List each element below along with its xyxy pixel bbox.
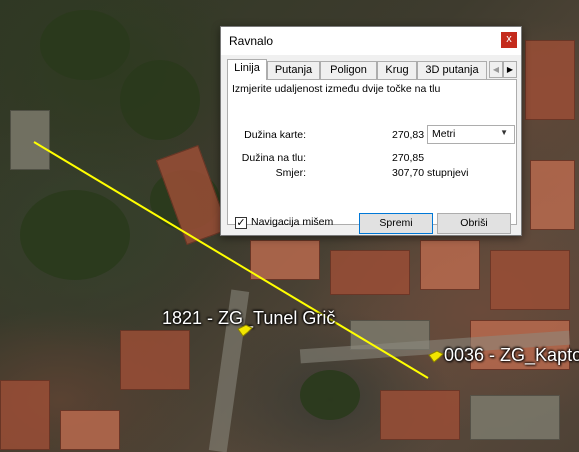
save-button[interactable]: Spremi [359,213,433,234]
close-icon: x [506,33,512,45]
mouse-navigation-checkbox[interactable]: ✓ [235,217,247,229]
heading-value: 307,70 stupnjevi [392,167,469,179]
map-length-value: 270,83 [392,129,425,141]
unit-dropdown[interactable]: Metri ▼ [427,125,515,144]
ruler-dialog: Ravnalo x Linija Putanja Poligon Krug 3D… [220,26,522,236]
instruction-text: Izmjerite udaljenost između dvije točke … [232,83,441,95]
tab-scroll-right-button[interactable]: ▶ [503,61,517,78]
chevron-down-icon: ▼ [500,128,508,137]
ground-length-label: Dužina na tlu: [241,152,306,164]
ground-length-value: 270,85 [392,152,425,164]
placemark-label: 0036 - ZG_Kaptol [444,345,579,365]
close-button[interactable]: x [501,32,517,48]
chevron-right-icon: ▶ [506,65,514,74]
tab-putanja[interactable]: Putanja [267,61,320,79]
tab-krug[interactable]: Krug [377,61,417,79]
checkmark-icon: ✓ [236,217,246,229]
pushpin-icon [428,349,444,363]
tab-bar: Linija Putanja Poligon Krug 3D putanja ◀… [227,59,517,80]
clear-button[interactable]: Obriši [437,213,511,234]
map-length-label: Dužina karte: [244,129,306,141]
tab-poligon[interactable]: Poligon [320,61,377,79]
pushpin-icon[interactable] [237,323,253,337]
mouse-navigation-label: Navigacija mišem [251,216,334,228]
tab-3d-putanja[interactable]: 3D putanja [417,61,487,79]
heading-label: Smjer: [275,167,306,179]
dialog-titlebar[interactable]: Ravnalo x [221,27,521,55]
tab-scroll-left-button[interactable]: ◀ [489,61,503,78]
unit-dropdown-value: Metri [432,128,456,140]
tab-panel-linija: Izmjerite udaljenost između dvije točke … [227,79,517,225]
dialog-title: Ravnalo [229,34,274,48]
chevron-left-icon: ◀ [492,65,500,74]
placemark-kaptol[interactable]: 0036 - ZG_Kaptol [428,345,579,366]
tab-linija[interactable]: Linija [227,59,267,80]
